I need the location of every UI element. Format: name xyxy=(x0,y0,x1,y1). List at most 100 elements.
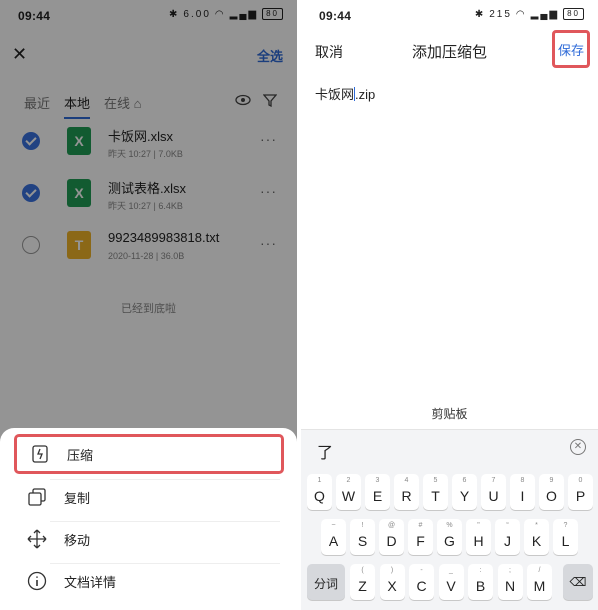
key-symbol: * xyxy=(535,522,538,529)
key-z[interactable]: (Z xyxy=(350,564,375,600)
key-symbol: - xyxy=(420,567,423,574)
key-letter: Y xyxy=(459,488,470,504)
keyboard-row-2: ~ A! S @ D # F% G " H “J * K? L xyxy=(301,519,598,557)
key-r[interactable]: 4R xyxy=(394,474,419,510)
copy-action[interactable]: 复制 xyxy=(14,477,284,517)
copy-icon xyxy=(26,486,48,508)
info-icon xyxy=(26,570,48,592)
key-letter: L xyxy=(561,533,570,549)
key-u[interactable]: 7U xyxy=(481,474,506,510)
clipboard-button[interactable]: 剪贴板 xyxy=(301,398,598,430)
fenci-key[interactable]: 分词 xyxy=(307,564,345,600)
key-n[interactable]: ; N xyxy=(497,564,523,600)
signal-icon: ▂▄▆ xyxy=(530,8,560,20)
copy-label: 复制 xyxy=(64,490,91,506)
compress-action[interactable]: 压缩 xyxy=(14,434,284,474)
key-symbol: 4 xyxy=(404,477,409,484)
right-screen: 09:44 ✱ 215 ◠ ▂▄▆ 80 取消 添加压缩包 保存 卡饭网.zip… xyxy=(301,0,598,610)
key-o[interactable]: 9O xyxy=(539,474,564,510)
bluetooth-icon: ✱ xyxy=(474,8,486,20)
candidate-bar: 了 ✕ xyxy=(301,430,598,466)
key-q[interactable]: 1Q xyxy=(307,474,332,510)
key-s[interactable]: ! S xyxy=(350,519,375,555)
key-v[interactable]: _ V xyxy=(438,564,464,600)
key-t[interactable]: 5T xyxy=(423,474,448,510)
key-symbol: 8 xyxy=(520,477,525,484)
key-symbol: _ xyxy=(449,567,453,574)
key-letter: O xyxy=(546,488,557,504)
filename-extension: .zip xyxy=(355,87,376,102)
key-letter: W xyxy=(341,488,356,504)
key-symbol: ! xyxy=(361,522,364,529)
key-letter: D xyxy=(386,533,397,549)
key-symbol: ; xyxy=(509,567,511,574)
status-time: 09:44 xyxy=(319,9,352,23)
key-c[interactable]: -C xyxy=(409,564,434,600)
key-symbol: “ xyxy=(506,522,509,529)
key-letter: H xyxy=(473,533,484,549)
key-letter: G xyxy=(444,533,455,549)
key-symbol: 7 xyxy=(491,477,496,484)
key-l[interactable]: ? L xyxy=(553,519,578,555)
move-action[interactable]: 移动 xyxy=(14,519,284,559)
key-letter: U xyxy=(488,488,499,504)
key-letter: F xyxy=(416,533,425,549)
left-screen: 09:44 ✱ 6.00 ◠ ▂▄▆ 80 ✕ 全选 最近 本地 在线 ⌂ X … xyxy=(0,0,297,610)
key-letter: M xyxy=(533,578,546,594)
key-symbol: ? xyxy=(563,522,568,529)
key-letter: J xyxy=(504,533,511,549)
key-h[interactable]: " H xyxy=(466,519,491,555)
archive-name-input[interactable]: 卡饭网.zip xyxy=(315,84,375,103)
filename-text: 卡饭网 xyxy=(315,87,355,102)
key-letter: Q xyxy=(314,488,325,504)
status-icons: ✱ 215 ◠ ▂▄▆ 80 xyxy=(475,8,584,20)
key-e[interactable]: 3E xyxy=(365,474,390,510)
key-letter: E xyxy=(372,488,383,504)
compress-label: 压缩 xyxy=(67,447,94,463)
move-label: 移动 xyxy=(64,532,91,548)
key-letter: N xyxy=(504,578,516,594)
key-a[interactable]: ~ A xyxy=(321,519,346,555)
key-y[interactable]: 6Y xyxy=(452,474,477,510)
key-symbol: ( xyxy=(361,567,364,574)
key-letter: B xyxy=(475,578,486,594)
move-icon xyxy=(26,528,48,550)
save-button[interactable]: 保存 xyxy=(552,30,590,68)
key-symbol: ) xyxy=(390,567,394,574)
key-p[interactable]: 0P xyxy=(568,474,593,510)
clear-icon[interactable]: ✕ xyxy=(570,439,586,455)
key-letter: T xyxy=(431,488,440,504)
doc-details-action[interactable]: 文档详情 xyxy=(14,561,284,601)
key-symbol: 3 xyxy=(375,477,380,484)
wifi-icon: ◠ xyxy=(515,8,527,20)
backspace-key[interactable]: ⌫ xyxy=(563,564,593,600)
dialog-header: 取消 添加压缩包 保存 xyxy=(301,30,598,70)
compress-icon xyxy=(29,443,51,465)
key-x[interactable]: ) X xyxy=(379,564,405,600)
key-j[interactable]: “J xyxy=(495,519,520,555)
key-symbol: 5 xyxy=(433,477,438,484)
doc-details-label: 文档详情 xyxy=(64,574,117,590)
key-k[interactable]: * K xyxy=(524,519,549,555)
battery-icon: 80 xyxy=(563,8,584,20)
key-letter: X xyxy=(387,578,397,594)
key-g[interactable]: % G xyxy=(437,519,462,555)
key-d[interactable]: @ D xyxy=(379,519,404,555)
keyboard-row-3: 分词 ⌫ (Z) X - C _ V: B; N / M xyxy=(301,564,598,602)
key-letter: P xyxy=(575,488,586,504)
key-m[interactable]: / M xyxy=(527,564,552,600)
candidate-word[interactable]: 了 xyxy=(317,439,333,463)
key-symbol: # xyxy=(418,522,423,529)
action-sheet: 压缩 复制 移动 文档详情 xyxy=(0,428,297,610)
key-symbol: 9 xyxy=(549,477,554,484)
key-b[interactable]: :B xyxy=(468,564,493,600)
network-speed: 215 xyxy=(489,8,512,20)
key-symbol: @ xyxy=(387,522,396,529)
key-f[interactable]: # F xyxy=(408,519,433,555)
fenci-key-label: 分词 xyxy=(313,577,338,591)
key-w[interactable]: 2W xyxy=(336,474,361,510)
key-symbol: % xyxy=(446,522,453,529)
key-symbol: / xyxy=(538,567,541,574)
key-i[interactable]: 8I xyxy=(510,474,535,510)
key-letter: A xyxy=(328,533,339,549)
